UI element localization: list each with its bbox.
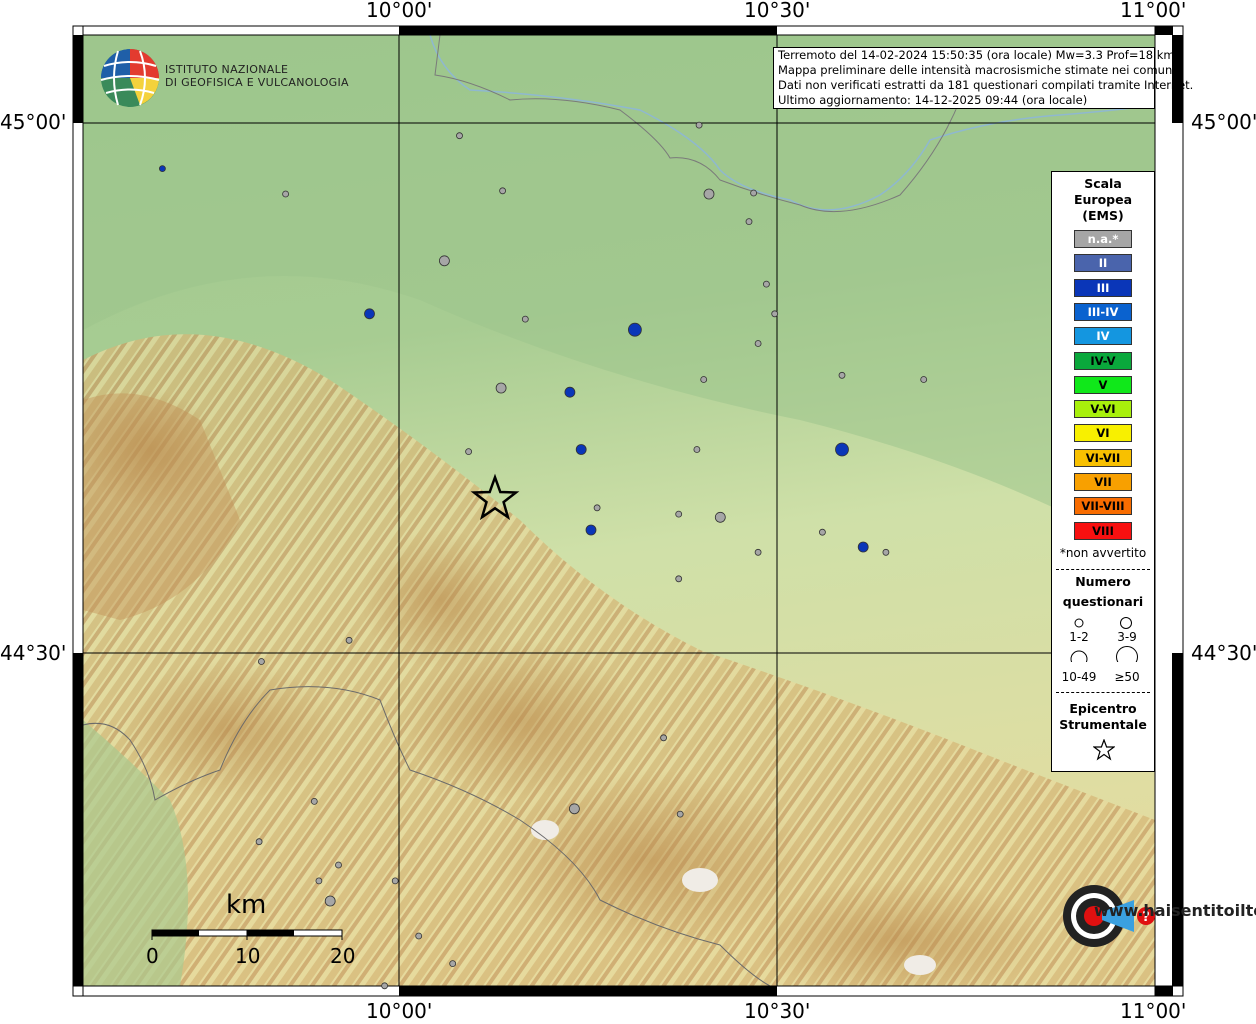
intensity-point [569, 803, 580, 815]
intensity-point [564, 386, 576, 398]
lat-label-left-1: 45°00' [0, 110, 67, 134]
legend-epicenter-title: Strumentale [1059, 717, 1147, 732]
intensity-point [750, 189, 757, 197]
intensity-point [381, 982, 389, 990]
intensity-point [282, 190, 290, 198]
legend-swatch: n.a.* [1074, 230, 1132, 248]
intensity-point [745, 218, 753, 226]
event-info-line: Ultimo aggiornamento: 14-12-2025 09:44 (… [778, 93, 1088, 107]
intensity-point [364, 308, 375, 320]
intensity-point [521, 315, 529, 323]
ingv-logo-icon [100, 49, 160, 107]
intensity-point [257, 658, 265, 665]
legend-title: Europea [1073, 192, 1133, 207]
intensity-point [920, 376, 928, 383]
legend-swatch: V-VI [1074, 400, 1132, 419]
intensity-point [255, 838, 263, 846]
legend-swatch: IV [1074, 327, 1132, 346]
legend-count-label: 1-2 [1069, 630, 1089, 644]
legend-count-label: ≥50 [1114, 670, 1140, 684]
intensity-point [324, 895, 336, 907]
legend-swatch: VII [1074, 473, 1132, 491]
legend-title: (EMS) [1082, 208, 1124, 223]
intensity-point [335, 861, 342, 869]
lon-label-top-2: 10°30' [744, 0, 811, 22]
legend-swatch: VII-VIII [1074, 497, 1132, 516]
intensity-point [771, 310, 779, 318]
intensity-point [628, 322, 642, 337]
intensity-point [575, 444, 587, 455]
intensity-point [315, 877, 323, 885]
legend-count-label: 3-9 [1117, 630, 1137, 644]
intensity-point [675, 575, 683, 583]
intensity-point [465, 448, 473, 456]
intensity-point [754, 340, 762, 347]
event-info-box: Terremoto del 14-02-2024 15:50:35 (ora l… [773, 47, 1194, 109]
event-info-line: Dati non verificati estratti da 181 ques… [778, 78, 1194, 92]
lat-label-right-2: 44°30' [1191, 641, 1256, 665]
intensity-point [882, 548, 890, 556]
terrain-layer [83, 35, 1155, 986]
lon-label-bottom-1: 10°00' [366, 999, 433, 1023]
legend-separator [1056, 569, 1150, 570]
legend-swatch: III-IV [1074, 302, 1132, 321]
intensity-point [838, 371, 846, 379]
legend-separator [1056, 692, 1150, 693]
legend-count-label: 10-49 [1061, 670, 1097, 684]
intensity-point [763, 280, 770, 288]
lon-label-top-3: 11°00' [1120, 0, 1187, 22]
intensity-point [700, 376, 708, 383]
intensity-point [391, 877, 399, 885]
intensity-point [495, 382, 507, 394]
legend-swatch: II [1074, 254, 1132, 273]
intensity-point [754, 548, 762, 556]
legend-count-title: questionari [1062, 594, 1144, 609]
intensity-point [703, 188, 715, 200]
intensity-point [158, 165, 166, 173]
intensity-point [695, 121, 703, 129]
scale-unit: km [226, 890, 267, 920]
intensity-point [345, 636, 353, 644]
event-info-line: Terremoto del 14-02-2024 15:50:35 (ora l… [778, 48, 1175, 62]
legend-star-icon [1093, 739, 1115, 761]
intensity-point [438, 255, 450, 267]
lon-label-bottom-2: 10°30' [744, 999, 811, 1023]
lon-label-bottom-3: 11°00' [1120, 999, 1187, 1023]
hsit-watermark-text: www.haisentitoilterremoto.it [1094, 901, 1256, 920]
legend-count-title: Numero [1075, 574, 1131, 589]
lon-label-top-1: 10°00' [366, 0, 433, 22]
legend-swatch: III [1074, 278, 1132, 297]
intensity-point [456, 132, 463, 140]
legend-note: *non avvertito [1059, 546, 1147, 560]
legend-swatch: IV-V [1074, 351, 1132, 370]
ingv-logo-text: ISTITUTO NAZIONALE DI GEOFISICA E VULCAN… [165, 63, 349, 89]
legend: Scala Europea (EMS) n.a.* II III III-IV IV IV… [1051, 171, 1155, 772]
legend-swatch: V [1074, 375, 1132, 394]
lat-label-right-1: 45°00' [1191, 110, 1256, 134]
intensity-point [675, 510, 683, 518]
intensity-point [676, 810, 684, 818]
legend-title: Scala [1084, 176, 1122, 191]
lat-label-left-2: 44°30' [0, 641, 67, 665]
intensity-point [310, 798, 318, 805]
intensity-point [449, 960, 457, 967]
legend-epicenter-title: Epicentro [1069, 701, 1137, 716]
legend-swatch: VI [1074, 424, 1132, 443]
intensity-point [857, 541, 869, 553]
event-info-line: Mappa preliminare delle intensità macros… [778, 63, 1176, 77]
intensity-point [585, 524, 597, 536]
scale-tick: 0 [146, 944, 159, 968]
scale-tick: 10 [235, 944, 261, 968]
intensity-point [499, 187, 507, 195]
intensity-point [819, 528, 826, 536]
legend-swatch: VIII [1074, 521, 1132, 540]
intensity-point [835, 442, 849, 457]
intensity-point [693, 446, 701, 453]
intensity-point [415, 932, 423, 940]
intensity-point [593, 504, 601, 512]
intensity-point [660, 734, 667, 742]
scale-tick: 20 [330, 944, 356, 968]
intensity-point [714, 511, 726, 523]
legend-swatch: VI-VII [1074, 448, 1132, 467]
